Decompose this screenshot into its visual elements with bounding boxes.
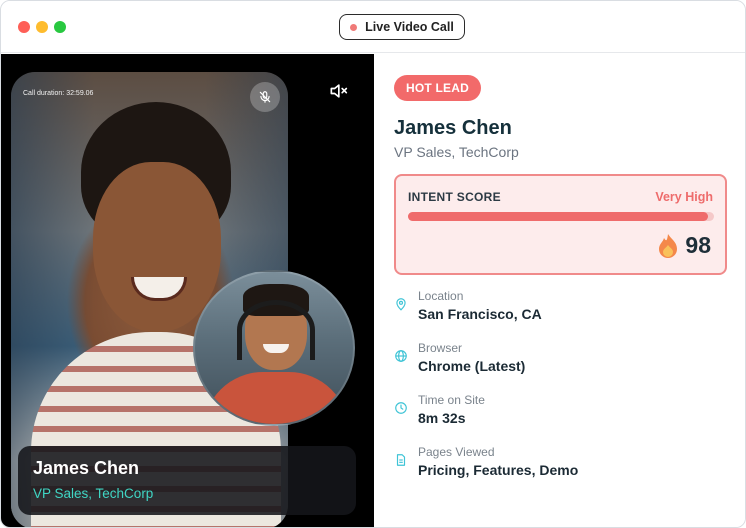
minimize-window-button[interactable] bbox=[36, 21, 48, 33]
title-bar: Live Video Call bbox=[1, 1, 745, 53]
mute-speaker-button[interactable] bbox=[327, 80, 349, 102]
intent-score-value: 98 bbox=[685, 232, 711, 258]
close-window-button[interactable] bbox=[18, 21, 30, 33]
maximize-window-button[interactable] bbox=[54, 21, 66, 33]
caller-role: VP Sales, TechCorp bbox=[33, 486, 154, 501]
microphone-off-icon bbox=[259, 91, 271, 103]
intent-score-value-group: 98 bbox=[657, 232, 711, 259]
lead-role: VP Sales, TechCorp bbox=[394, 144, 519, 160]
detail-value: San Francisco, CA bbox=[418, 306, 542, 322]
window-title-pill: Live Video Call bbox=[339, 14, 465, 40]
remote-participant-face bbox=[93, 162, 221, 332]
document-icon bbox=[396, 454, 406, 466]
detail-time-on-site: Time on Site 8m 32s bbox=[394, 390, 724, 442]
detail-label: Browser bbox=[418, 341, 463, 355]
self-view-video[interactable] bbox=[193, 270, 355, 426]
caller-caption: James Chen VP Sales, TechCorp bbox=[18, 446, 356, 515]
app-window: Live Video Call Call duration: 32:59.06 bbox=[0, 0, 746, 528]
lead-details-list: Location San Francisco, CA Browser Chrom… bbox=[394, 286, 724, 494]
detail-browser: Browser Chrome (Latest) bbox=[394, 338, 724, 390]
speaker-muted-icon bbox=[330, 84, 348, 98]
intent-level: Very High bbox=[655, 190, 713, 204]
location-pin-icon bbox=[396, 298, 406, 311]
intent-progress-fill bbox=[408, 212, 708, 221]
clock-icon bbox=[395, 402, 407, 414]
caller-name: James Chen bbox=[33, 458, 140, 478]
intent-score-card: INTENT SCORE Very High 98 bbox=[394, 174, 727, 275]
globe-icon bbox=[395, 350, 407, 362]
detail-label: Location bbox=[418, 289, 464, 303]
self-view-shirt bbox=[203, 372, 349, 424]
fire-icon bbox=[659, 233, 678, 258]
intent-progress-bar bbox=[408, 212, 714, 221]
detail-pages-viewed: Pages Viewed Pricing, Features, Demo bbox=[394, 442, 724, 494]
detail-value: Pricing, Features, Demo bbox=[418, 462, 579, 478]
detail-label: Time on Site bbox=[418, 393, 485, 407]
video-pane: Call duration: 32:59.06 James Chen VP Sa… bbox=[1, 54, 374, 527]
lead-name: James Chen bbox=[394, 117, 512, 139]
detail-value: 8m 32s bbox=[418, 410, 466, 426]
window-title: Live Video Call bbox=[365, 20, 454, 34]
detail-value: Chrome (Latest) bbox=[418, 358, 526, 374]
intent-score-label: INTENT SCORE bbox=[408, 190, 501, 204]
hot-lead-badge: HOT LEAD bbox=[394, 75, 481, 101]
detail-location: Location San Francisco, CA bbox=[394, 286, 724, 338]
mute-microphone-button[interactable] bbox=[250, 82, 280, 112]
detail-label: Pages Viewed bbox=[418, 445, 495, 459]
lead-info-panel: HOT LEAD James Chen VP Sales, TechCorp I… bbox=[374, 54, 745, 527]
recording-dot-icon bbox=[350, 23, 358, 31]
call-duration: Call duration: 32:59.06 bbox=[23, 90, 94, 97]
